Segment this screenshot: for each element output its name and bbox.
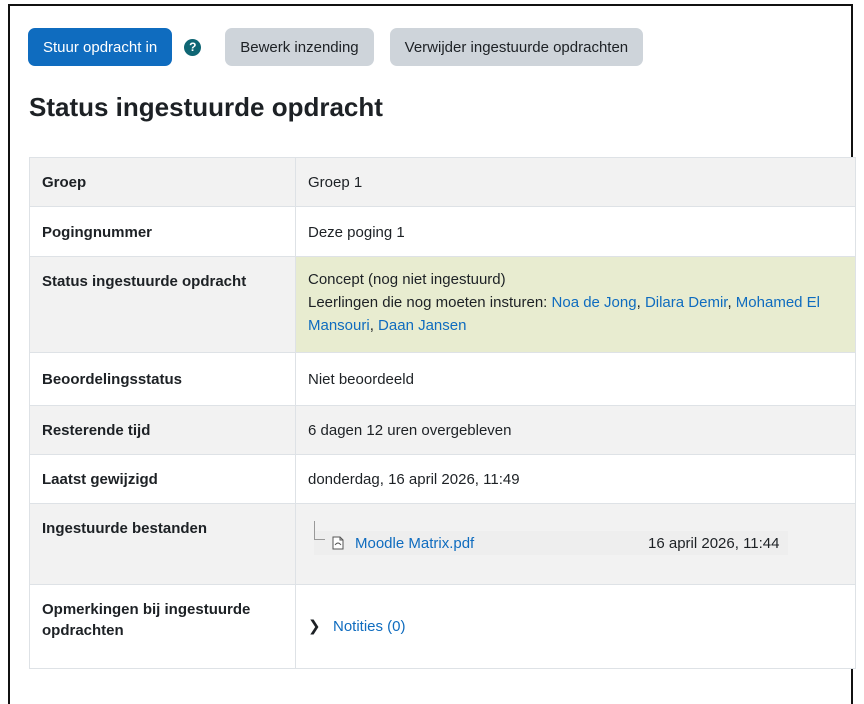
- student-link[interactable]: Daan Jansen: [378, 317, 466, 334]
- student-link[interactable]: Dilara Demir: [645, 294, 728, 311]
- submission-status-text: Concept (nog niet ingestuurd): [308, 271, 506, 288]
- help-icon[interactable]: ?: [184, 38, 202, 56]
- row-label: Beoordelingsstatus: [42, 371, 183, 388]
- submit-assignment-button[interactable]: Stuur opdracht in: [28, 28, 173, 66]
- edit-submission-button[interactable]: Bewerk inzending: [225, 28, 374, 66]
- row-label: Ingestuurde bestanden: [42, 520, 208, 537]
- remove-submission-button[interactable]: Verwijder ingestuurde opdrachten: [389, 28, 644, 66]
- table-row: Ingestuurde bestanden Moodle Matrix.pdf …: [29, 503, 856, 585]
- table-row: Opmerkingen bij ingestuurde opdrachten ❯…: [29, 584, 856, 669]
- table-row: Groep Groep 1: [29, 157, 856, 207]
- submitted-file: Moodle Matrix.pdf 16 april 2026, 11:44: [314, 521, 788, 555]
- row-value-comments: ❯ Notities (0): [295, 584, 856, 669]
- row-value-grading: Niet beoordeeld: [295, 352, 856, 406]
- row-label: Groep: [42, 174, 87, 191]
- student-link[interactable]: Noa de Jong: [552, 294, 637, 311]
- row-value-attempt: Deze poging 1: [295, 206, 856, 257]
- row-value: donderdag, 16 april 2026, 11:49: [308, 471, 520, 488]
- row-value-status: Concept (nog niet ingestuurd) Leerlingen…: [295, 256, 856, 353]
- row-value-group: Groep 1: [295, 157, 856, 207]
- table-row: Status ingestuurde opdracht Concept (nog…: [29, 256, 856, 353]
- page-title: Status ingestuurde opdracht: [29, 92, 383, 122]
- row-label-files: Ingestuurde bestanden: [29, 503, 296, 585]
- row-label: Pogingnummer: [42, 224, 153, 241]
- row-value: Deze poging 1: [308, 224, 405, 241]
- pending-students-prefix: Leerlingen die nog moeten insturen:: [308, 294, 548, 311]
- row-label-last-modified: Laatst gewijzigd: [29, 454, 296, 504]
- row-label: Status ingestuurde opdracht: [42, 273, 247, 290]
- row-label: Resterende tijd: [42, 422, 151, 439]
- tree-connector: [314, 521, 325, 540]
- comments-toggle-link[interactable]: Notities (0): [333, 618, 406, 635]
- pending-students: Leerlingen die nog moeten insturen: Noa …: [308, 294, 821, 334]
- row-label-grading: Beoordelingsstatus: [29, 352, 296, 406]
- table-row: Pogingnummer Deze poging 1: [29, 206, 856, 257]
- row-value: Groep 1: [308, 174, 363, 191]
- row-label-attempt: Pogingnummer: [29, 206, 296, 257]
- row-value-files: Moodle Matrix.pdf 16 april 2026, 11:44: [295, 503, 856, 585]
- submission-status-table: Groep Groep 1 Pogingnummer Deze poging 1…: [29, 157, 856, 669]
- file-link[interactable]: Moodle Matrix.pdf: [355, 532, 474, 555]
- row-value: Niet beoordeeld: [308, 371, 414, 388]
- row-label-group: Groep: [29, 157, 296, 207]
- table-row: Resterende tijd 6 dagen 12 uren overgebl…: [29, 405, 856, 455]
- table-row: Laatst gewijzigd donderdag, 16 april 202…: [29, 454, 856, 504]
- row-value-last-modified: donderdag, 16 april 2026, 11:49: [295, 454, 856, 504]
- row-label-status: Status ingestuurde opdracht: [29, 256, 296, 353]
- file-date: 16 april 2026, 11:44: [648, 534, 780, 552]
- row-label-time-remaining: Resterende tijd: [29, 405, 296, 455]
- row-value-time-remaining: 6 dagen 12 uren overgebleven: [295, 405, 856, 455]
- row-label: Laatst gewijzigd: [42, 471, 158, 488]
- row-label: Opmerkingen bij ingestuurde opdrachten: [42, 601, 251, 639]
- chevron-right-icon[interactable]: ❯: [308, 615, 321, 638]
- action-bar: Stuur opdracht in ? Bewerk inzending Ver…: [28, 28, 644, 66]
- table-row: Beoordelingsstatus Niet beoordeeld: [29, 352, 856, 406]
- row-label-comments: Opmerkingen bij ingestuurde opdrachten: [29, 584, 296, 669]
- pdf-file-icon: [332, 536, 344, 550]
- row-value: 6 dagen 12 uren overgebleven: [308, 422, 512, 439]
